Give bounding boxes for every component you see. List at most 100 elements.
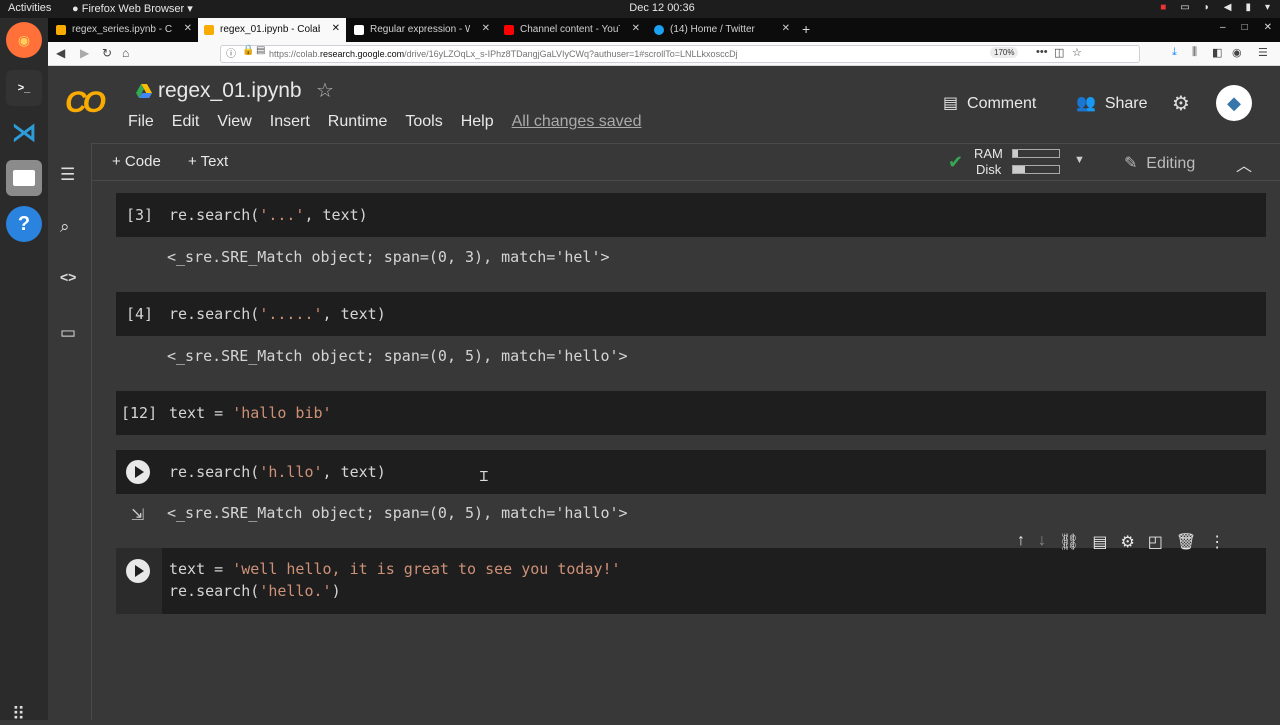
run-cell-button[interactable]	[126, 460, 150, 484]
code-snippets-icon[interactable]: <>	[60, 269, 76, 285]
editing-mode-button[interactable]: ✎ Editing	[1124, 153, 1195, 173]
search-icon[interactable]: ⌕	[60, 217, 70, 237]
table-of-contents-icon[interactable]: ☰	[60, 165, 75, 185]
close-window-icon[interactable]: ✕	[1264, 22, 1272, 33]
run-cell-button[interactable]	[126, 559, 150, 583]
code-cell[interactable]: [12] text = 'hallo bib'	[116, 391, 1266, 435]
save-status-link[interactable]: All changes saved	[512, 113, 642, 131]
tab-title: regex_01.ipynb - Colabo	[220, 24, 320, 35]
camera-icon: ■	[1160, 2, 1167, 13]
show-apps-grid-icon[interactable]: ⠿	[12, 704, 25, 725]
active-code-cell[interactable]: text = 'well hello, it is great to see y…	[116, 548, 1266, 614]
more-options-icon[interactable]: ⋮	[1209, 532, 1225, 552]
browser-tab-active[interactable]: regex_01.ipynb - Colabo ✕	[198, 18, 346, 42]
menu-edit[interactable]: Edit	[172, 113, 200, 131]
share-button[interactable]: 👥 Share	[1076, 93, 1148, 113]
activities-button[interactable]: Activities	[8, 2, 51, 14]
add-comment-icon[interactable]: ▤	[1092, 532, 1107, 552]
menu-view[interactable]: View	[217, 113, 251, 131]
sidebar-toggle-icon[interactable]: ◧	[1212, 46, 1222, 59]
code-cell[interactable]: [3] re.search('...', text)	[116, 193, 1266, 237]
terminal-launcher[interactable]: >_	[6, 70, 42, 106]
cell-code[interactable]: re.search('h.llo', text)	[169, 463, 386, 481]
settings-gear-icon[interactable]: ⚙	[1172, 91, 1190, 116]
output-options-icon[interactable]: ⇲	[131, 505, 144, 525]
library-icon[interactable]: ⫼	[1192, 46, 1197, 59]
site-info-icon[interactable]: ⓘ	[226, 45, 236, 60]
hamburger-menu-icon[interactable]: ☰	[1258, 46, 1268, 59]
cell-settings-icon[interactable]: ⚙	[1120, 532, 1134, 552]
menu-file[interactable]: File	[128, 113, 154, 131]
browser-tab[interactable]: Regular expression - Wik ✕	[348, 18, 496, 42]
browser-tab[interactable]: (14) Home / Twitter ✕	[648, 18, 796, 42]
menu-insert[interactable]: Insert	[270, 113, 310, 131]
cell-code[interactable]: re.search('.....', text)	[169, 305, 386, 323]
code-cell[interactable]: [4] re.search('.....', text)	[116, 292, 1266, 336]
bookmark-star-icon[interactable]: ☆	[1072, 46, 1082, 59]
files-launcher[interactable]	[6, 160, 42, 196]
add-code-cell-button[interactable]: + Code	[112, 153, 161, 170]
menu-help[interactable]: Help	[461, 113, 494, 131]
page-actions-icon[interactable]: •••	[1036, 46, 1048, 58]
download-icon[interactable]: ⤓	[1172, 46, 1177, 59]
close-tab-icon[interactable]: ✕	[782, 23, 790, 34]
account-icon[interactable]: ◉	[1232, 46, 1242, 59]
move-cell-down-icon[interactable]: ↓	[1038, 532, 1046, 552]
volume-icon: ◀	[1223, 2, 1232, 13]
close-tab-icon[interactable]: ✕	[632, 23, 640, 34]
reload-icon[interactable]: ↻	[102, 46, 112, 60]
add-text-cell-button[interactable]: + Text	[188, 153, 228, 170]
cell-code[interactable]: re.search('...', text)	[169, 206, 368, 224]
ubuntu-dock: ◉ >_ ⋊ ? ⠿	[0, 18, 48, 724]
link-to-cell-icon[interactable]: ⛓	[1059, 532, 1079, 552]
firefox-launcher[interactable]: ◉	[6, 22, 42, 58]
execution-count: [4]	[126, 305, 154, 323]
clock[interactable]: Dec 12 00:36	[612, 2, 712, 14]
ram-label: RAM	[974, 146, 1003, 161]
forward-button-icon[interactable]: ▶	[80, 46, 89, 60]
firefox-icon: ●	[72, 3, 79, 15]
star-icon[interactable]: ☆	[316, 78, 334, 103]
code-cell-hovered[interactable]: re.search('h.llo', text)	[116, 450, 1266, 494]
disk-meter[interactable]	[1012, 165, 1060, 174]
home-icon[interactable]: ⌂	[122, 46, 129, 60]
comment-icon: ▤	[943, 95, 959, 112]
help-launcher[interactable]: ?	[6, 206, 42, 242]
app-menu[interactable]: ● Firefox Web Browser ▾	[72, 2, 193, 15]
menu-runtime[interactable]: Runtime	[328, 113, 388, 131]
files-folder-icon[interactable]: ▭	[60, 323, 76, 343]
vscode-launcher[interactable]: ⋊	[6, 114, 42, 150]
maximize-icon[interactable]: □	[1242, 22, 1248, 33]
comment-button[interactable]: ▤ Comment	[943, 93, 1036, 113]
minimize-icon[interactable]: –	[1220, 22, 1226, 33]
os-top-bar: Activities ● Firefox Web Browser ▾ Dec 1…	[0, 0, 1280, 18]
close-tab-icon[interactable]: ✕	[184, 23, 192, 34]
avatar[interactable]: ◆	[1216, 85, 1252, 121]
move-cell-up-icon[interactable]: ↑	[1017, 532, 1025, 552]
close-tab-icon[interactable]: ✕	[332, 23, 340, 34]
browser-tab[interactable]: regex_series.ipynb - Cola ✕	[50, 18, 198, 42]
close-tab-icon[interactable]: ✕	[482, 23, 490, 34]
permissions-icon[interactable]: ▤	[256, 45, 265, 56]
resources-dropdown-icon[interactable]: ▼	[1074, 154, 1085, 166]
cell-code-line-2[interactable]: re.search('hello.')	[169, 582, 341, 600]
window-controls: – □ ✕	[1220, 22, 1272, 33]
colab-logo[interactable]: CO	[65, 86, 106, 120]
zoom-level[interactable]: 170%	[990, 47, 1019, 58]
new-tab-button[interactable]: +	[802, 21, 810, 37]
pocket-icon[interactable]: ◫	[1054, 46, 1064, 59]
collapse-header-icon[interactable]: ︿	[1236, 152, 1252, 176]
back-button-icon[interactable]: ◀	[56, 46, 65, 60]
ram-meter[interactable]	[1012, 149, 1060, 158]
tab-title: regex_series.ipynb - Cola	[72, 24, 172, 35]
mirror-cell-icon[interactable]: ◰	[1148, 532, 1163, 552]
cell-code[interactable]: text = 'hallo bib'	[169, 404, 332, 422]
connected-check-icon: ✔	[948, 152, 964, 172]
cell-code-line-1[interactable]: text = 'well hello, it is great to see y…	[169, 560, 621, 578]
system-tray[interactable]: ■ ▭ ◗ ◀ ▮ ▾	[1160, 2, 1270, 13]
delete-cell-icon[interactable]: 🗑	[1176, 532, 1196, 552]
text-cursor-icon: Ɪ	[480, 468, 488, 484]
browser-tab[interactable]: Channel content - YouTu ✕	[498, 18, 646, 42]
menu-tools[interactable]: Tools	[405, 113, 442, 131]
notebook-title[interactable]: regex_01.ipynb	[158, 79, 302, 103]
